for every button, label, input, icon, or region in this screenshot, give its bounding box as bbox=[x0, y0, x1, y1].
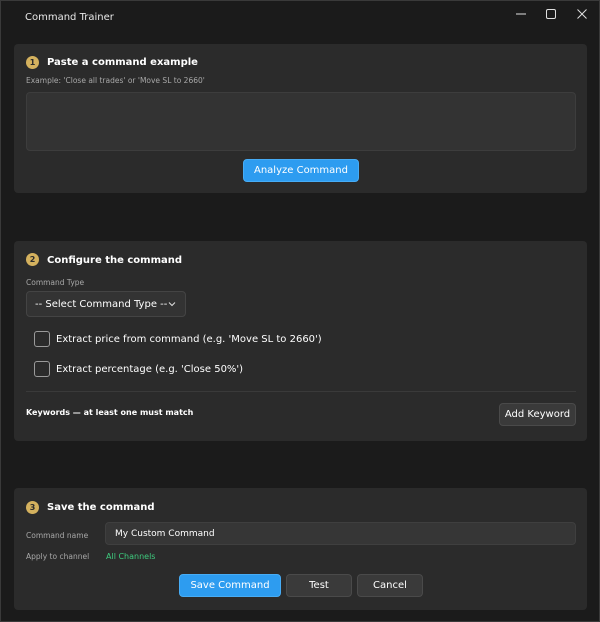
analyze-command-button[interactable]: Analyze Command bbox=[243, 159, 359, 182]
step1-title: Paste a command example bbox=[47, 57, 198, 68]
extract-percentage-label: Extract percentage (e.g. 'Close 50%') bbox=[56, 364, 244, 375]
command-type-label: Command Type bbox=[26, 278, 85, 287]
add-keyword-button[interactable]: Add Keyword bbox=[499, 403, 576, 426]
minimize-button[interactable] bbox=[504, 1, 538, 27]
step1-card: 1 Paste a command example Example: 'Clos… bbox=[14, 44, 587, 193]
step3-card: 3 Save the command Command name My Custo… bbox=[14, 488, 587, 610]
extract-price-label: Extract price from command (e.g. 'Move S… bbox=[56, 334, 322, 345]
close-icon bbox=[577, 9, 587, 19]
title-bar: Command Trainer bbox=[1, 1, 599, 33]
step2-badge: 2 bbox=[26, 253, 39, 266]
chevron-down-icon bbox=[168, 302, 176, 307]
step2-title: Configure the command bbox=[47, 255, 183, 266]
test-button[interactable]: Test bbox=[286, 574, 352, 597]
minimize-icon bbox=[516, 13, 526, 15]
command-type-value: -- Select Command Type -- bbox=[35, 298, 168, 310]
keywords-label: Keywords — at least one must match bbox=[26, 408, 194, 417]
maximize-button[interactable] bbox=[534, 1, 568, 27]
command-name-input[interactable]: My Custom Command bbox=[105, 522, 576, 545]
window-title: Command Trainer bbox=[25, 12, 114, 23]
step3-title: Save the command bbox=[47, 502, 155, 513]
save-command-button[interactable]: Save Command bbox=[179, 574, 281, 597]
step3-badge: 3 bbox=[26, 501, 39, 514]
apply-channel-label: Apply to channel bbox=[26, 552, 90, 561]
step1-badge: 1 bbox=[26, 56, 39, 69]
close-button[interactable] bbox=[565, 1, 599, 27]
step1-hint: Example: 'Close all trades' or 'Move SL … bbox=[26, 76, 205, 85]
maximize-icon bbox=[546, 9, 556, 19]
step2-card: 2 Configure the command Command Type -- … bbox=[14, 241, 587, 441]
extract-percentage-checkbox[interactable] bbox=[34, 361, 50, 377]
cancel-button[interactable]: Cancel bbox=[357, 574, 423, 597]
command-type-select[interactable]: -- Select Command Type -- bbox=[26, 291, 186, 317]
step2-divider bbox=[26, 391, 576, 392]
extract-price-checkbox[interactable] bbox=[34, 331, 50, 347]
channel-selector-link[interactable]: All Channels bbox=[106, 552, 155, 561]
command-name-label: Command name bbox=[26, 531, 89, 540]
command-example-textarea[interactable] bbox=[26, 92, 576, 151]
